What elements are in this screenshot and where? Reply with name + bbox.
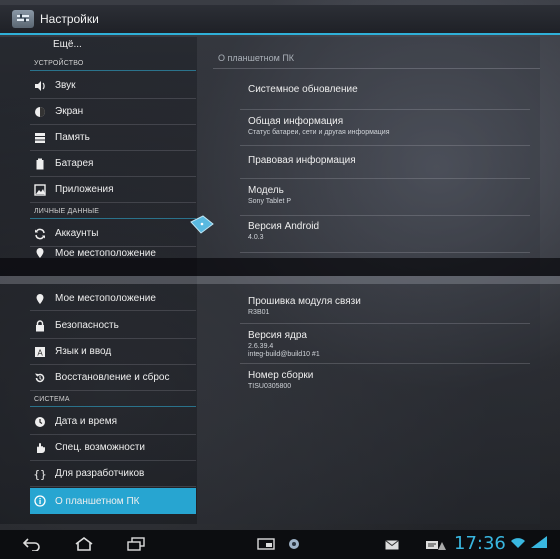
wifi-icon [510, 536, 526, 554]
sidebar-item-storage[interactable]: Память [30, 125, 196, 151]
sidebar-item-label: Восстановление и сброс [55, 372, 170, 383]
back-icon[interactable] [21, 535, 43, 553]
sidebar-item-label: Память [55, 132, 90, 143]
mail-icon[interactable] [385, 537, 399, 555]
screenshot-icon[interactable] [255, 535, 277, 553]
pref-title: Версия Android [248, 221, 320, 232]
recent-apps-icon[interactable] [125, 535, 147, 553]
pref-summary: Sony Tablet P [248, 198, 292, 205]
apps-icon [34, 183, 46, 196]
pref-summary: Статус батареи, сети и другая информация [248, 129, 390, 136]
restore-icon [34, 372, 46, 384]
sidebar-item-label: Спец. возможности [55, 442, 145, 453]
info-icon [34, 495, 46, 507]
screen-glare-band [0, 258, 560, 276]
sidebar-item-display[interactable]: Экран [30, 99, 196, 125]
action-bar: Настройки [0, 5, 560, 35]
status-time[interactable]: 17:36 [454, 533, 506, 554]
sidebar-item-label: Экран [55, 106, 84, 117]
language-icon: A [34, 346, 46, 358]
pref-general-info[interactable]: Общая информация Статус батареи, сети и … [240, 116, 530, 146]
section-system: СИСТЕМА [30, 393, 196, 407]
pref-title: Прошивка модуля связи [248, 296, 361, 307]
header-divider [213, 68, 540, 69]
braces-icon: {} [34, 468, 46, 480]
pref-title: Версия ядра [248, 330, 307, 341]
pref-baseband: Прошивка модуля связи R3B01 [240, 296, 530, 324]
pref-title: Номер сборки [248, 370, 314, 381]
pref-legal-info[interactable]: Правовая информация [240, 155, 530, 179]
sidebar-item-label: Ещё... [53, 38, 82, 50]
pref-kernel-version: Версия ядра 2.6.39.4 integ-build@build10… [240, 330, 530, 364]
sidebar-item-developer[interactable]: {} Для разработчиков [30, 461, 196, 487]
home-icon[interactable] [73, 535, 95, 553]
sidebar-item-battery[interactable]: Батарея [30, 151, 196, 177]
svg-text:{}: {} [34, 468, 46, 480]
section-device: УСТРОЙСТВО [30, 57, 196, 71]
pref-android-version[interactable]: Версия Android 4.0.3 [240, 221, 530, 253]
sidebar-item-label: Батарея [55, 158, 94, 169]
sidebar-item-date-time[interactable]: Дата и время [30, 409, 196, 435]
sidebar-item-label: Аккаунты [55, 228, 99, 239]
volume-icon [34, 80, 46, 92]
pref-system-update[interactable]: Системное обновление [240, 84, 530, 110]
pref-build-number[interactable]: Номер сборки TISU0305800 [240, 370, 530, 398]
notification-icon[interactable] [437, 538, 447, 556]
sidebar-item-language[interactable]: A Язык и ввод [30, 339, 196, 365]
sidebar-item-label: Мое местоположение [55, 293, 156, 304]
pref-summary: TISU0305800 [248, 383, 292, 390]
touch-pointer-icon [189, 214, 215, 236]
pref-title: Правовая информация [248, 155, 356, 166]
sidebar-item-about[interactable]: О планшетном ПК [30, 488, 196, 514]
clock-icon [34, 416, 46, 428]
sidebar-item-label: Звук [55, 80, 76, 91]
sidebar-item-label: Приложения [55, 184, 114, 195]
app-title: Настройки [40, 12, 99, 26]
pref-summary: 2.6.39.4 [248, 343, 274, 350]
sidebar-item-more[interactable]: Ещё... [30, 37, 196, 51]
hand-icon [34, 442, 46, 454]
screen-reflection [0, 276, 560, 284]
sidebar-item-apps[interactable]: Приложения [30, 177, 196, 203]
battery-icon [34, 158, 46, 170]
settings-app-icon[interactable] [12, 10, 34, 28]
pref-summary: 4.0.3 [248, 234, 264, 241]
pref-summary: integ-build@build10 #1 [248, 351, 320, 358]
pref-summary: R3B01 [248, 309, 270, 316]
sidebar-item-backup-reset[interactable]: Восстановление и сброс [30, 365, 196, 391]
sidebar-item-label: Для разработчиков [55, 468, 145, 479]
section-personal: ЛИЧНЫЕ ДАННЫЕ [30, 205, 196, 219]
pref-model: Модель Sony Tablet P [240, 185, 530, 216]
sidebar-item-label: Дата и время [55, 416, 118, 427]
app-icon[interactable] [283, 535, 305, 553]
sidebar-item-label: Язык и ввод [55, 346, 112, 357]
pref-title: Модель [248, 185, 284, 196]
sidebar-item-sound[interactable]: Звук [30, 73, 196, 99]
storage-icon [34, 132, 46, 144]
detail-header: О планшетном ПК [218, 53, 295, 63]
sidebar-item-security[interactable]: Безопасность [30, 313, 196, 339]
brightness-icon [34, 106, 46, 118]
svg-text:A: A [37, 348, 43, 357]
sidebar-item-label: Мое местоположение [55, 247, 156, 259]
lock-icon [34, 319, 46, 332]
pref-title: Общая информация [248, 116, 344, 127]
sidebar-item-accounts[interactable]: Аккаунты [30, 221, 196, 247]
sync-icon [34, 228, 46, 240]
location-icon [34, 293, 46, 305]
sidebar-item-label: О планшетном ПК [55, 495, 140, 507]
pref-title: Системное обновление [248, 84, 358, 95]
sidebar-item-label: Безопасность [55, 320, 119, 331]
battery-status-icon [530, 535, 548, 554]
sidebar-item-accessibility[interactable]: Спец. возможности [30, 435, 196, 461]
sidebar-item-location-reflection: Мое местоположение [30, 287, 196, 311]
